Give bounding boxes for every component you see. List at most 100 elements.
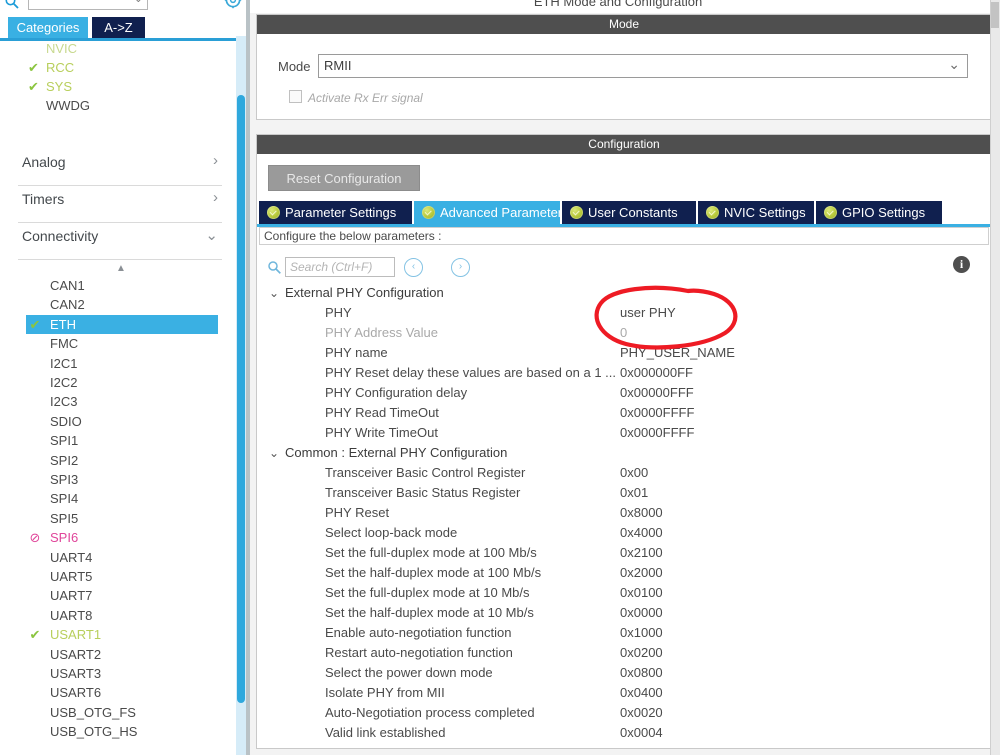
accordion-connectivity[interactable]: Connectivity ⌄ [18,220,222,260]
scroll-up-icon[interactable]: ▲ [113,263,129,275]
sidebar-item-usb_otg_hs[interactable]: USB_OTG_HS [26,722,218,741]
sidebar-item-spi4[interactable]: SPI4 [26,489,218,508]
sidebar-item-usart3[interactable]: USART3 [26,664,218,683]
parameter-value[interactable]: 0x01 [620,483,648,503]
tree-row[interactable]: Restart auto-negotiation function 0x0200 [257,643,987,663]
activate-rx-err-checkbox[interactable] [289,90,302,103]
tree-row[interactable]: PHY user PHY [257,303,987,323]
sidebar-item-uart5[interactable]: UART5 [26,567,218,586]
tab-a-to-z[interactable]: A->Z [92,17,145,38]
parameter-value[interactable]: 0x8000 [620,503,663,523]
reset-configuration-button[interactable]: Reset Configuration [268,165,420,191]
tab-gpio-settings[interactable]: GPIO Settings [816,201,944,224]
parameter-value[interactable]: 0x0000FFFF [620,403,694,423]
tree-row[interactable]: Enable auto-negotiation function 0x1000 [257,623,987,643]
tree-group-row[interactable]: ⌄ Common : External PHY Configuration [257,443,987,463]
tab-parameter-settings[interactable]: Parameter Settings [259,201,414,224]
window-scrollbar-track[interactable] [990,0,1000,755]
sidebar-item-can1[interactable]: CAN1 [26,276,218,295]
parameter-value[interactable]: 0x0200 [620,643,663,663]
tree-row[interactable]: Set the half-duplex mode at 10 Mb/s 0x000… [257,603,987,623]
chevron-down-icon[interactable]: ⌄ [267,283,281,303]
parameter-value[interactable]: 0x00 [620,463,648,483]
parameter-value[interactable]: 0x0400 [620,683,663,703]
parameter-value[interactable]: 0x0000FFFF [620,423,694,443]
tree-row[interactable]: PHY Read TimeOut 0x0000FFFF [257,403,987,423]
tree-row[interactable]: Set the full-duplex mode at 10 Mb/s 0x010… [257,583,987,603]
sidebar-item-rcc[interactable]: ✔ RCC [0,58,236,77]
mode-select[interactable]: RMII ⌄ [318,54,968,78]
sidebar-item-sys[interactable]: ✔ SYS [0,77,236,96]
sidebar-item-i2c3[interactable]: I2C3 [26,392,218,411]
sidebar-item-usart2[interactable]: USART2 [26,645,218,664]
sidebar-item-i2c2[interactable]: I2C2 [26,373,218,392]
parameter-value[interactable]: 0x00000FFF [620,383,694,403]
tree-row[interactable]: Select the power down mode 0x0800 [257,663,987,683]
accordion-timers[interactable]: Timers › [18,183,222,223]
tab-advanced-parameters[interactable]: Advanced Parameters [414,201,569,224]
parameter-value[interactable]: 0x0020 [620,703,663,723]
activate-rx-err-row[interactable]: Activate Rx Err signal [289,90,423,105]
tab-user-constants[interactable]: User Constants [562,201,698,224]
gear-icon[interactable] [224,0,242,9]
parameter-value[interactable]: PHY_USER_NAME [620,343,735,363]
sidebar-item-fmc[interactable]: FMC [26,334,218,353]
peripheral-search-input[interactable]: ⌄ [28,0,148,10]
sidebar-item-nvic[interactable]: NVIC [0,41,236,58]
sidebar-item-usart1[interactable]: ✔ USART1 [26,625,218,644]
tree-row[interactable]: Select loop-back mode 0x4000 [257,523,987,543]
search-next-button[interactable]: › [451,258,470,277]
parameter-value[interactable]: 0x2100 [620,543,663,563]
sidebar-item-sdio[interactable]: SDIO [26,412,218,431]
tree-row[interactable]: Transceiver Basic Control Register 0x00 [257,463,987,483]
sidebar-item-eth[interactable]: ✔ ETH [26,314,218,334]
sidebar-item-spi6[interactable]: ⊘ SPI6 [26,528,218,547]
mode-group-header: Mode [257,15,991,34]
sidebar-item-usb_otg_fs[interactable]: USB_OTG_FS [26,703,218,722]
left-scrollbar-thumb[interactable] [237,95,245,703]
sidebar-item-spi3[interactable]: SPI3 [26,470,218,489]
info-icon[interactable]: i [953,256,970,273]
sidebar-item-uart7[interactable]: UART7 [26,586,218,605]
tree-row[interactable]: Isolate PHY from MII 0x0400 [257,683,987,703]
parameter-value[interactable]: 0x1000 [620,623,663,643]
parameter-value[interactable]: 0x0800 [620,663,663,683]
parameter-value[interactable]: 0x0000 [620,603,663,623]
parameter-value[interactable]: user PHY [620,303,676,323]
window-scrollbar-thumb[interactable] [991,2,999,28]
tree-group-row[interactable]: ⌄ External PHY Configuration [257,283,987,303]
search-prev-button[interactable]: ‹ [404,258,423,277]
chevron-down-icon[interactable]: ⌄ [267,443,281,463]
tree-row[interactable]: PHY Reset delay these values are based o… [257,363,987,383]
tree-row[interactable]: Valid link established 0x0004 [257,723,987,743]
sidebar-item-wwdg[interactable]: WWDG [0,96,236,115]
parameter-value[interactable]: 0x4000 [620,523,663,543]
tree-row[interactable]: PHY Configuration delay 0x00000FFF [257,383,987,403]
sidebar-item-usart6[interactable]: USART6 [26,683,218,702]
sidebar-item-uart8[interactable]: UART8 [26,606,218,625]
tree-row[interactable]: PHY Reset 0x8000 [257,503,987,523]
parameter-value[interactable]: 0x2000 [620,563,663,583]
parameter-value[interactable]: 0x0100 [620,583,663,603]
tree-row[interactable]: PHY Write TimeOut 0x0000FFFF [257,423,987,443]
tree-row[interactable]: Set the full-duplex mode at 100 Mb/s 0x21… [257,543,987,563]
chevron-down-icon[interactable]: ⌄ [134,0,143,5]
parameter-value[interactable]: 0 [620,323,627,343]
sidebar-item-uart4[interactable]: UART4 [26,548,218,567]
sidebar-item-spi2[interactable]: SPI2 [26,451,218,470]
tab-categories[interactable]: Categories [8,17,88,38]
accordion-analog[interactable]: Analog › [18,146,222,186]
tree-row[interactable]: Set the half-duplex mode at 100 Mb/s 0x20… [257,563,987,583]
tree-row[interactable]: Auto-Negotiation process completed 0x0020 [257,703,987,723]
sidebar-item-spi5[interactable]: SPI5 [26,509,218,528]
sidebar-item-i2c1[interactable]: I2C1 [26,354,218,373]
tree-row[interactable]: PHY name PHY_USER_NAME [257,343,987,363]
tree-row[interactable]: Transceiver Basic Status Register 0x01 [257,483,987,503]
tree-row[interactable]: PHY Address Value 0 [257,323,987,343]
parameter-value[interactable]: 0x0004 [620,723,663,743]
parameter-value[interactable]: 0x000000FF [620,363,693,383]
parameter-search-input[interactable]: Search (Ctrl+F) [285,257,395,277]
tab-nvic-settings[interactable]: NVIC Settings [698,201,816,224]
sidebar-item-spi1[interactable]: SPI1 [26,431,218,450]
sidebar-item-can2[interactable]: CAN2 [26,295,218,314]
